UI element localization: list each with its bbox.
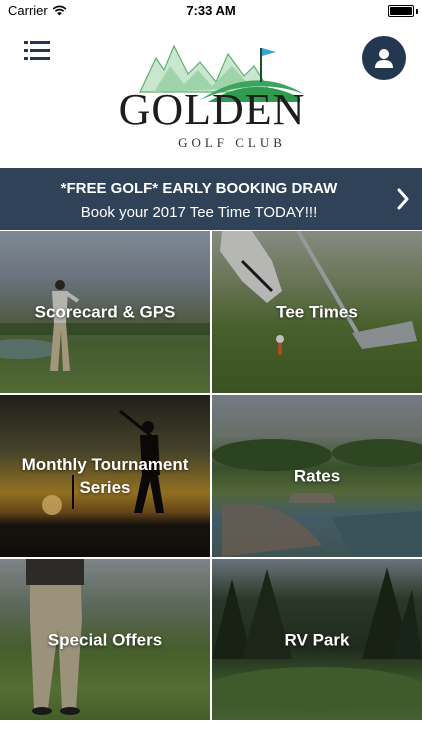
logo-wordmark: GOLDEN — [118, 85, 306, 134]
tile-label: Scorecard & GPS — [34, 302, 176, 322]
menu-button[interactable] — [24, 40, 50, 62]
status-time: 7:33 AM — [186, 3, 236, 18]
tile-label: Tee Times — [276, 302, 358, 322]
logo-subtitle: GOLF CLUB — [178, 135, 286, 150]
chevron-right-icon — [397, 188, 409, 210]
banner-subtitle: Book your 2017 Tee Time TODAY!!! — [80, 204, 318, 221]
menu-grid: Scorecard & GPS Tee Times Monthly Tourna… — [0, 231, 422, 721]
tile-label: Rates — [293, 466, 341, 486]
app-header: GOLDEN GOLF CLUB — [0, 22, 422, 168]
tile-tee-times[interactable]: Tee Times — [212, 231, 422, 393]
golden-golf-club-logo: GOLDEN GOLF CLUB — [104, 36, 320, 156]
battery-icon — [388, 5, 414, 17]
status-bar: Carrier 7:33 AM — [0, 0, 422, 22]
promo-banner[interactable]: *FREE GOLF* EARLY BOOKING DRAW Book your… — [0, 168, 422, 230]
tile-special-offers[interactable]: Special Offers — [0, 559, 210, 721]
banner-title: *FREE GOLF* EARLY BOOKING DRAW — [60, 180, 338, 197]
tile-label: Monthly Tournament Series — [21, 455, 189, 497]
tile-label: Special Offers — [47, 630, 163, 650]
profile-button[interactable] — [362, 36, 406, 80]
tile-scorecard-gps[interactable]: Scorecard & GPS — [0, 231, 210, 393]
tile-label: RV Park — [284, 630, 350, 650]
tile-monthly-tournament-series[interactable]: Monthly Tournament Series — [0, 395, 210, 557]
tile-rv-park[interactable]: RV Park — [212, 559, 422, 721]
tile-rates[interactable]: Rates — [212, 395, 422, 557]
user-icon — [375, 49, 393, 68]
list-menu-icon — [24, 41, 50, 60]
